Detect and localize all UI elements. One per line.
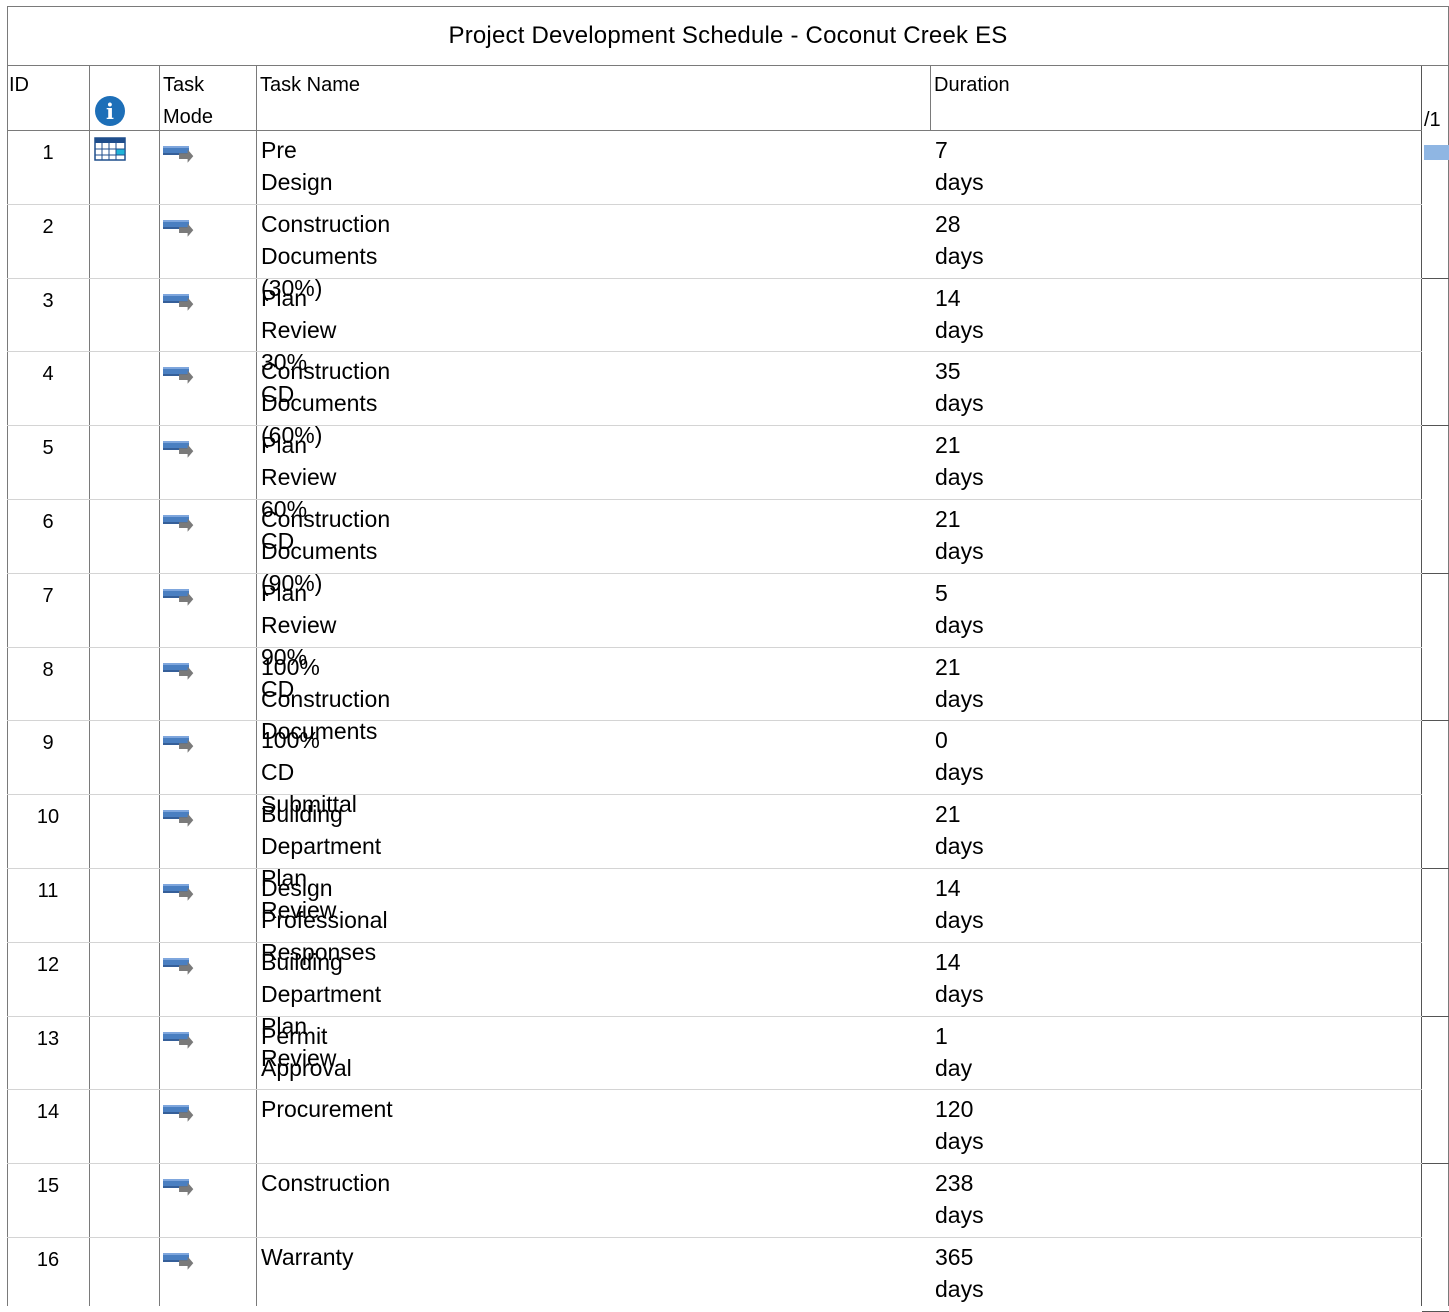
task-duration-cell[interactable]: 5 days [935,577,984,641]
row-divider [7,942,1422,943]
row-divider [7,1163,1422,1164]
gantt-gridline [1422,868,1449,869]
auto-scheduled-task-icon[interactable] [163,1176,197,1198]
task-name-cell[interactable]: Permit Approval [261,1020,352,1084]
row-divider [7,794,1422,795]
task-name-cell[interactable]: Pre Design [261,134,333,198]
task-id[interactable]: 2 [8,211,88,243]
column-divider[interactable] [89,66,90,1306]
task-duration-cell[interactable]: 21 days [935,651,984,715]
column-header-task-name[interactable]: Task Name [260,70,360,101]
task-duration-cell[interactable]: 21 days [935,503,984,567]
task-duration-cell[interactable]: 21 days [935,429,984,493]
task-name-cell[interactable]: Construction [261,1167,390,1199]
task-duration-cell[interactable]: 14 days [935,872,984,936]
gantt-gridline [1422,1016,1449,1017]
row-divider [7,425,1422,426]
auto-scheduled-task-icon[interactable] [163,512,197,534]
row-divider [7,647,1422,648]
task-duration-cell[interactable]: 120 days [935,1093,984,1157]
task-duration-cell[interactable]: 0 days [935,724,984,788]
row-divider [7,351,1422,352]
row-divider [7,573,1422,574]
row-divider [7,1016,1422,1017]
task-id[interactable]: 15 [8,1170,88,1202]
task-id[interactable]: 3 [8,285,88,317]
auto-scheduled-task-icon[interactable] [163,586,197,608]
auto-scheduled-task-icon[interactable] [163,217,197,239]
auto-scheduled-task-icon[interactable] [163,660,197,682]
column-divider[interactable] [930,66,931,130]
info-icon[interactable]: i [95,96,125,126]
task-id[interactable]: 11 [8,875,88,907]
auto-scheduled-task-icon[interactable] [163,364,197,386]
column-header-task-mode-line2[interactable]: Mode [163,102,213,133]
page-title: Project Development Schedule - Coconut C… [7,6,1449,66]
task-id[interactable]: 4 [8,358,88,390]
task-duration-cell[interactable]: 35 days [935,355,984,419]
task-id[interactable]: 8 [8,654,88,686]
auto-scheduled-task-icon[interactable] [163,291,197,313]
auto-scheduled-task-icon[interactable] [163,143,197,165]
task-duration-cell[interactable]: 28 days [935,208,984,272]
column-header-id[interactable]: ID [9,70,29,101]
task-duration-cell[interactable]: 7 days [935,134,984,198]
auto-scheduled-task-icon[interactable] [163,881,197,903]
task-id[interactable]: 7 [8,580,88,612]
schedule-frame [7,6,1449,1306]
task-duration-cell[interactable]: 365 days [935,1241,984,1305]
header-bottom-border [7,130,1422,131]
task-name-cell[interactable]: Procurement [261,1093,393,1125]
auto-scheduled-task-icon[interactable] [163,1250,197,1272]
gantt-timescale-label: /1 [1424,109,1441,131]
row-divider [7,1237,1422,1238]
auto-scheduled-task-icon[interactable] [163,733,197,755]
auto-scheduled-task-icon[interactable] [163,807,197,829]
task-id[interactable]: 9 [8,727,88,759]
task-id[interactable]: 6 [8,506,88,538]
task-name-cell[interactable]: Warranty [261,1241,353,1273]
task-duration-cell[interactable]: 14 days [935,282,984,346]
row-divider [7,204,1422,205]
task-duration-cell[interactable]: 14 days [935,946,984,1010]
task-id[interactable]: 1 [8,137,88,169]
gantt-gridline [1422,573,1449,574]
gantt-gridline [1422,1163,1449,1164]
task-id[interactable]: 10 [8,801,88,833]
row-divider [7,278,1422,279]
column-divider[interactable] [256,66,257,1306]
table-right-edge [1421,66,1422,1306]
task-id[interactable]: 12 [8,949,88,981]
column-header-duration[interactable]: Duration [934,70,1010,101]
row-divider [7,720,1422,721]
gantt-gridline [1422,425,1449,426]
row-divider [7,1089,1422,1090]
task-id[interactable]: 16 [8,1244,88,1276]
task-id[interactable]: 13 [8,1023,88,1055]
row-divider [7,499,1422,500]
auto-scheduled-task-icon[interactable] [163,955,197,977]
column-header-task-mode-line1[interactable]: Task [163,70,204,101]
auto-scheduled-task-icon[interactable] [163,1102,197,1124]
task-duration-cell[interactable]: 238 days [935,1167,984,1231]
gantt-task-bar[interactable] [1424,145,1449,160]
auto-scheduled-task-icon[interactable] [163,438,197,460]
task-id[interactable]: 5 [8,432,88,464]
task-duration-cell[interactable]: 1 day [935,1020,972,1084]
calendar-icon [94,137,126,161]
task-duration-cell[interactable]: 21 days [935,798,984,862]
task-id[interactable]: 14 [8,1096,88,1128]
gantt-gridline [1422,720,1449,721]
auto-scheduled-task-icon[interactable] [163,1029,197,1051]
column-divider[interactable] [159,66,160,1306]
gantt-gridline [1422,278,1449,279]
row-divider [7,868,1422,869]
